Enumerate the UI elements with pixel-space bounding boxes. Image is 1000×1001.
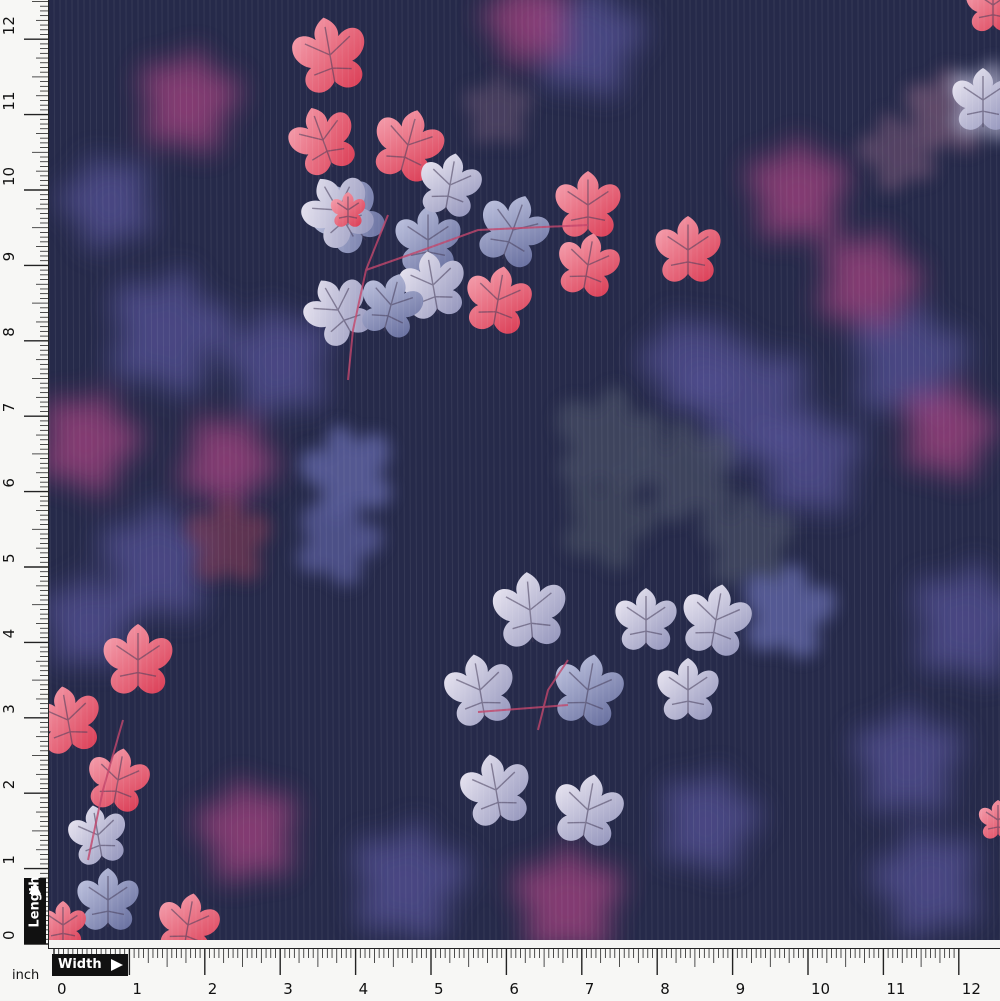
h-ruler-label: 5 xyxy=(434,980,444,998)
v-ruler-label: 2 xyxy=(0,780,18,790)
h-ruler-label: 9 xyxy=(736,980,746,998)
v-ruler-label: 5 xyxy=(0,553,18,563)
v-ruler-label: 10 xyxy=(0,167,18,186)
h-ruler-label: 8 xyxy=(660,980,670,998)
h-ruler-label: 10 xyxy=(811,980,830,998)
v-ruler-label: 12 xyxy=(0,16,18,35)
h-ruler-label: 12 xyxy=(962,980,981,998)
h-ruler-label: 2 xyxy=(208,980,218,998)
unit-label: inch xyxy=(12,968,40,983)
v-ruler-label: 6 xyxy=(0,478,18,488)
h-ruler-label: 11 xyxy=(886,980,905,998)
h-ruler-label: 1 xyxy=(132,980,142,998)
h-ruler-label: 0 xyxy=(57,980,67,998)
v-ruler-label: 7 xyxy=(0,403,18,413)
h-ruler-label: 3 xyxy=(283,980,293,998)
h-ruler-label: 4 xyxy=(359,980,369,998)
length-label: Length xyxy=(27,876,43,928)
v-ruler-label: 9 xyxy=(0,252,18,262)
h-ruler-label: 7 xyxy=(585,980,595,998)
length-label-box: Length xyxy=(24,876,46,944)
v-ruler-label: 0 xyxy=(0,930,18,940)
width-label: Width xyxy=(52,954,128,976)
v-ruler-label: 4 xyxy=(0,629,18,639)
fabric-swatch xyxy=(48,0,1000,940)
v-ruler-label: 11 xyxy=(0,92,18,111)
h-ruler-label: 6 xyxy=(509,980,519,998)
horizontal-ruler: 0 1 2 3 4 5 6 7 8 9 10 11 12 xyxy=(48,948,1000,1001)
v-ruler-label: 8 xyxy=(0,327,18,337)
v-ruler-label: 3 xyxy=(0,704,18,714)
v-ruler-label: 1 xyxy=(0,855,18,865)
vertical-ruler: 0 1 2 3 4 5 6 7 8 9 10 11 12 xyxy=(0,0,49,948)
